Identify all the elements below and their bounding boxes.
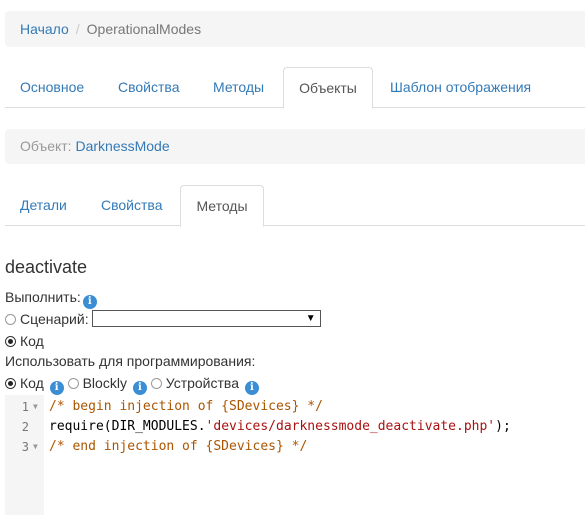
scenario-row: Сценарий: ▼: [5, 310, 321, 328]
mode-devices-radio[interactable]: [150, 378, 162, 389]
mode-code-label: Код: [20, 375, 44, 391]
breadcrumb-current: OperationalModes: [86, 21, 202, 37]
tab-object-methods[interactable]: Методы: [180, 185, 264, 227]
code-row: Код: [5, 332, 44, 350]
mode-row: Код i Blockly i Устройства i: [5, 374, 259, 395]
object-label: Объект:: [20, 138, 72, 154]
method-title: deactivate: [5, 257, 88, 277]
line-number: 1: [21, 400, 29, 414]
code-tail: );: [495, 419, 511, 434]
main-tabs: Основное Свойства Методы Объекты Шаблон …: [5, 67, 585, 109]
tab-properties[interactable]: Свойства: [103, 67, 194, 108]
object-header: Объект: DarknessMode: [5, 129, 585, 164]
object-name[interactable]: DarknessMode: [75, 138, 169, 154]
code-function: require(DIR_MODULES.: [49, 419, 206, 434]
fold-arrow-icon[interactable]: ▼: [33, 437, 38, 457]
code-string: 'devices/darknessmode_deactivate.php': [205, 419, 496, 434]
execute-row: Выполнить: i: [5, 288, 97, 309]
tab-object-properties[interactable]: Свойства: [86, 185, 177, 226]
info-icon[interactable]: i: [244, 381, 259, 395]
tab-details[interactable]: Детали: [5, 185, 82, 226]
code-label: Код: [20, 333, 44, 349]
line-number: 2: [21, 420, 29, 434]
mode-devices-label: Устройства: [165, 375, 239, 391]
tab-display-template[interactable]: Шаблон отображения: [375, 67, 546, 108]
code-statement: require(DIR_MODULES.'devices/darknessmod…: [49, 417, 511, 437]
info-icon[interactable]: i: [82, 295, 97, 309]
breadcrumb-separator: /: [75, 21, 80, 37]
info-icon[interactable]: i: [49, 381, 64, 395]
scenario-radio[interactable]: [5, 314, 16, 325]
tab-objects[interactable]: Объекты: [283, 67, 373, 109]
execute-label: Выполнить:: [5, 289, 81, 305]
code-editor[interactable]: 1 ▼ /* begin injection of {SDevices} */ …: [5, 395, 585, 515]
use-for-programming-label: Использовать для программирования:: [5, 353, 256, 369]
breadcrumb-home-link[interactable]: Начало: [20, 21, 69, 37]
object-tabs: Детали Свойства Методы: [5, 185, 585, 227]
info-icon[interactable]: i: [132, 381, 147, 395]
fold-arrow-icon[interactable]: ▼: [33, 397, 38, 417]
breadcrumb: Начало / OperationalModes: [5, 11, 585, 47]
mode-code-radio[interactable]: [5, 378, 16, 389]
code-comment: /* begin injection of {SDevices} */: [49, 399, 323, 414]
tab-methods[interactable]: Методы: [198, 67, 279, 108]
mode-blockly-radio[interactable]: [67, 378, 79, 389]
scenario-select[interactable]: ▼: [91, 310, 321, 327]
mode-blockly-label: Blockly: [82, 375, 127, 391]
code-radio[interactable]: [5, 336, 16, 347]
scenario-label: Сценарий:: [20, 311, 89, 327]
line-number: 3: [21, 440, 29, 454]
code-comment: /* end injection of {SDevices} */: [49, 439, 308, 454]
tab-basic[interactable]: Основное: [5, 67, 99, 108]
dropdown-arrow-icon: ▼: [305, 313, 316, 324]
